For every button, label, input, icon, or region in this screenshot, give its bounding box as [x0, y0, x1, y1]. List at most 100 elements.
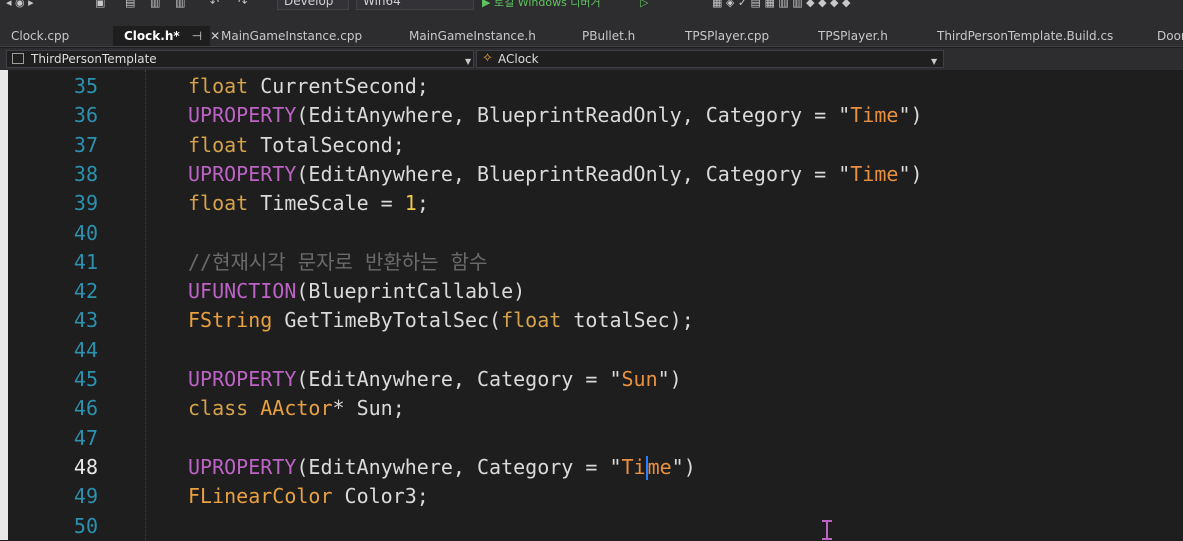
code-token: TotalSecond; [248, 132, 405, 157]
open-folder-icon[interactable]: ▤ [125, 0, 135, 10]
code-token: FString [188, 308, 273, 333]
start-debugging-button[interactable]: ▶ 로컬 Windows 디버거 [482, 0, 601, 10]
document-tab[interactable]: Clock.cpp [0, 26, 110, 46]
line-number: 35 [73, 74, 98, 98]
line-number: 48 [73, 454, 98, 479]
code-token: (EditAnywhere, Category = " [296, 454, 622, 479]
code-line[interactable]: //현재시각 문자로 반환하는 함수 [188, 248, 487, 277]
save-icon[interactable]: ▥ [150, 0, 160, 10]
project-icon [12, 53, 24, 64]
text-cursor-ibeam-icon [822, 520, 832, 540]
code-token: class [188, 396, 249, 421]
line-number: 43 [73, 308, 98, 333]
line-number-gutter: 35 36 37 38 39 40 41 42 43 44 45 46 47 48 49 50 [8, 70, 98, 540]
code-token: totalSec); [561, 308, 694, 333]
code-token: (EditAnywhere, BlueprintReadOnly, Catego… [296, 161, 851, 186]
line-number: 46 [73, 396, 98, 421]
document-tab-label: Clock.cpp [11, 29, 70, 43]
code-token: (BlueprintCallable) [296, 279, 526, 304]
line-number: 44 [73, 337, 98, 362]
document-tab-label: MainGameInstance.h [409, 29, 536, 43]
code-token: Time [850, 161, 899, 186]
code-token: ; [416, 191, 429, 216]
toolbar-icons[interactable]: ▦ ◈ ✓ ▤ ▦ ▥ ▥ ◆ ◆ ◆ ◆ [712, 0, 850, 10]
code-token: float [188, 191, 249, 216]
document-tab-label: Door [1157, 29, 1183, 43]
class-scope-combo[interactable]: ✧ AClock ▼ [476, 50, 944, 68]
line-number: 47 [73, 425, 98, 450]
document-tab[interactable]: PBullet.h [571, 26, 674, 46]
code-token: UPROPERTY [188, 454, 297, 479]
code-token: AActor [260, 396, 333, 421]
toolbar: ◂ ◉ ▸ ▣ ▤ ▥ ▥ ↶ ↷ Develop Win64 ▶ 로컬 Win… [0, 0, 1183, 26]
code-line[interactable]: UPROPERTY(EditAnywhere, BlueprintReadOnl… [188, 160, 923, 189]
document-tab[interactable]: Door [1146, 26, 1183, 46]
document-tab[interactable]: MainGameInstance.h [398, 26, 571, 46]
line-number: 38 [73, 161, 98, 186]
code-line[interactable]: float CurrentSecond; [188, 72, 429, 101]
code-line[interactable]: float TotalSecond; [188, 131, 405, 160]
line-number: 40 [73, 220, 98, 245]
code-token: UPROPERTY [188, 161, 297, 186]
code-token: float [188, 74, 249, 98]
code-token: ") [657, 367, 682, 391]
code-token: Ti [621, 454, 646, 479]
back-forward-icons[interactable]: ◂ ◉ ▸ [6, 0, 34, 10]
document-tab-label: TPSPlayer.cpp [685, 29, 770, 43]
code-token: (EditAnywhere, Category = " [296, 367, 622, 391]
undo-icon[interactable]: ↶ [210, 0, 219, 10]
code-token: GetTimeByTotalSec( [272, 308, 502, 333]
class-scope-label: AClock [498, 52, 539, 66]
code-line[interactable]: float TimeScale = 1; [188, 189, 429, 218]
code-line[interactable]: UFUNCTION(BlueprintCallable) [188, 277, 525, 306]
start-without-debugging-icon[interactable]: ▷ [640, 0, 648, 10]
line-number: 41 [73, 249, 98, 274]
document-tab[interactable]: Clock.h* ⊣ ✕ [113, 26, 220, 46]
code-line[interactable]: UPROPERTY(EditAnywhere, Category = "Sun"… [188, 365, 682, 394]
code-token: float [188, 132, 249, 157]
code-token: 1 [404, 191, 417, 216]
code-token: ") [671, 454, 696, 479]
document-tab[interactable]: TPSPlayer.cpp [674, 26, 807, 46]
line-number: 36 [73, 103, 98, 128]
project-scope-label: ThirdPersonTemplate [31, 52, 157, 66]
redo-icon[interactable]: ↷ [238, 0, 247, 10]
code-token: CurrentSecond; [248, 74, 429, 98]
code-line[interactable]: class AActor* Sun; [188, 394, 405, 423]
code-token: Time [850, 103, 899, 128]
document-tab-label: ThirdPersonTemplate.Build.cs [937, 29, 1114, 43]
platform-combo[interactable]: Win64 [356, 0, 474, 10]
line-number: 42 [73, 279, 98, 304]
code-token: Sun [621, 367, 658, 391]
code-line[interactable]: UPROPERTY(EditAnywhere, Category = "Ti me… [188, 453, 696, 482]
code-token: UPROPERTY [188, 103, 297, 128]
document-tab-label: PBullet.h [582, 29, 636, 43]
document-tab[interactable]: MainGameInstance.cpp [210, 26, 398, 46]
line-number: 45 [73, 367, 98, 391]
new-project-icon[interactable]: ▣ [95, 0, 105, 10]
code-line[interactable]: UPROPERTY(EditAnywhere, BlueprintReadOnl… [188, 101, 923, 130]
line-number: 49 [73, 484, 98, 509]
code-token: FLinearColor [188, 484, 333, 509]
line-number: 50 [73, 513, 98, 538]
code-line[interactable]: FLinearColor Color3; [188, 482, 429, 511]
code-token: UFUNCTION [188, 279, 297, 304]
code-token: TimeScale = [248, 191, 405, 216]
document-tab[interactable]: TPSPlayer.h [807, 26, 926, 46]
configuration-combo[interactable]: Develop [277, 0, 349, 10]
code-token: (EditAnywhere, BlueprintReadOnly, Catego… [296, 103, 851, 128]
code-editor[interactable]: 35 36 37 38 39 40 41 42 43 44 45 46 47 48 49 50 float C… [0, 70, 1183, 540]
line-number: 37 [73, 132, 98, 157]
project-scope-combo[interactable]: ThirdPersonTemplate ▼ [6, 50, 474, 68]
code-token: //현재시각 문자로 반환하는 함수 [188, 249, 488, 274]
editor-left-strip [0, 70, 8, 540]
pin-tab-icon[interactable]: ⊣ [192, 26, 202, 46]
document-tab-label: Clock.h* [124, 29, 180, 43]
code-token: ") [898, 161, 923, 186]
chevron-down-icon: ▼ [931, 57, 938, 66]
code-token: * Sun; [332, 396, 405, 421]
code-line[interactable]: FString GetTimeByTotalSec(float totalSec… [188, 306, 694, 335]
document-tab[interactable]: ThirdPersonTemplate.Build.cs [926, 26, 1146, 46]
save-all-icon[interactable]: ▥ [175, 0, 185, 10]
class-icon: ✧ [482, 51, 493, 66]
